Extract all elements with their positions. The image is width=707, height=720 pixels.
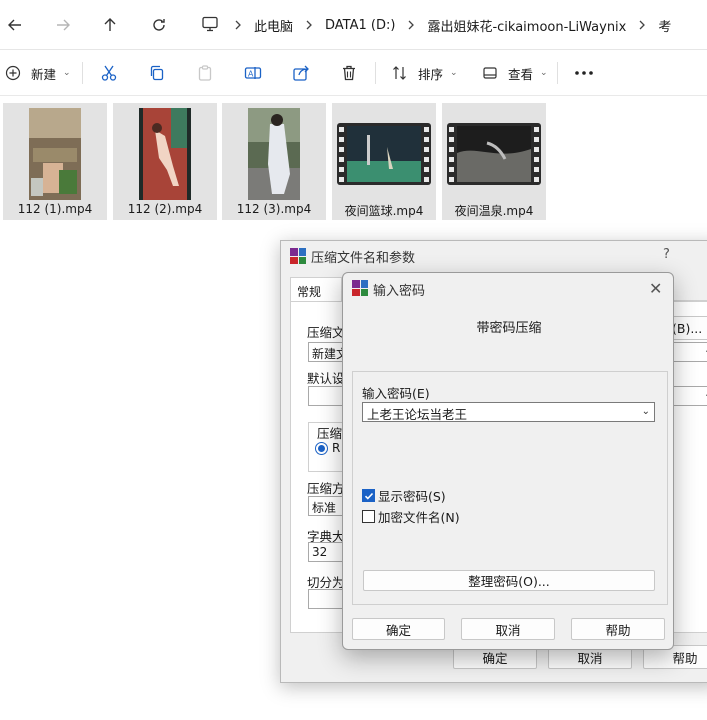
dialog-heading: 带密码压缩 xyxy=(476,321,542,336)
file-tile[interactable]: 112 (3).mp4 xyxy=(222,103,326,220)
chevron-right-icon xyxy=(632,20,652,30)
help-button[interactable]: 帮助 xyxy=(571,618,665,640)
breadcrumb-folder[interactable]: 露出姐妹花-cikaimoon-LiWaynix xyxy=(421,16,632,35)
breadcrumb-this-pc[interactable]: 此电脑 xyxy=(248,16,299,35)
file-tile[interactable]: 夜间温泉.mp4 xyxy=(442,103,546,220)
file-name: 112 (1).mp4 xyxy=(17,202,93,216)
arrow-up-icon xyxy=(104,18,116,31)
divider xyxy=(82,62,83,84)
file-tile[interactable]: 112 (1).mp4 xyxy=(3,103,107,220)
method-label: 压缩方 xyxy=(307,481,345,496)
format-group-label: 压缩 xyxy=(317,426,343,441)
more-icon xyxy=(575,71,593,75)
computer-icon xyxy=(202,16,218,32)
video-thumbnail xyxy=(222,106,326,202)
tab-general[interactable]: 常规 xyxy=(290,277,342,302)
breadcrumb: 此电脑 DATA1 (D:) 露出姐妹花-cikaimoon-LiWaynix … xyxy=(228,0,677,50)
breadcrumb-subfolder[interactable]: 考 xyxy=(652,16,677,35)
format-radio-label: R xyxy=(332,441,341,455)
file-name: 112 (2).mp4 xyxy=(127,202,203,216)
organize-passwords-button[interactable]: 整理密码(O)... xyxy=(363,570,655,591)
copy-icon xyxy=(150,65,164,81)
command-bar: 新建 ⌄ A 排序 ⌄ 查看 ⌄ xyxy=(0,50,707,96)
title-bar: 输入密码 ✕ xyxy=(343,273,673,303)
new-button[interactable]: 新建 ⌄ xyxy=(5,60,71,86)
video-thumbnail xyxy=(442,106,546,202)
browse-label: (B)... xyxy=(672,320,703,336)
forward-button[interactable] xyxy=(48,10,78,40)
password-label: 输入密码(E) xyxy=(362,386,430,401)
address-bar: 此电脑 DATA1 (D:) 露出姐妹花-cikaimoon-LiWaynix … xyxy=(0,0,707,50)
more-button[interactable] xyxy=(574,60,594,86)
rename-icon: A xyxy=(244,67,262,79)
delete-button[interactable] xyxy=(340,60,358,86)
chevron-down-icon: ⌄ xyxy=(540,68,548,78)
winrar-icon xyxy=(352,280,368,296)
file-name: 112 (3).mp4 xyxy=(236,202,312,216)
password-value: 上老王论坛当老王 xyxy=(367,407,468,422)
winrar-icon xyxy=(290,248,306,264)
close-icon[interactable]: ✕ xyxy=(649,279,662,298)
dialog-title: 压缩文件名和参数 xyxy=(311,251,416,266)
cut-button[interactable] xyxy=(100,60,118,86)
paste-button[interactable] xyxy=(196,60,214,86)
divider xyxy=(557,62,558,84)
dialog-title: 输入密码 xyxy=(373,284,426,299)
file-name: 夜间温泉.mp4 xyxy=(454,204,534,218)
new-label: 新建 xyxy=(31,66,57,82)
sort-button[interactable]: 排序 ⌄ xyxy=(392,60,458,86)
back-button[interactable] xyxy=(0,10,30,40)
checkbox-unchecked-icon xyxy=(362,510,375,523)
chevron-right-icon xyxy=(299,20,319,30)
arrow-right-icon xyxy=(57,19,70,31)
password-group: 输入密码(E) 上老王论坛当老王 ⌄ 显示密码(S) 加密文件名(N) 整理密码… xyxy=(352,371,668,605)
breadcrumb-drive[interactable]: DATA1 (D:) xyxy=(319,18,401,33)
chevron-right-icon xyxy=(228,20,248,30)
video-thumbnail xyxy=(3,106,107,202)
rename-button[interactable]: A xyxy=(244,60,262,86)
view-label: 查看 xyxy=(508,66,534,82)
archive-name-label: 压缩文 xyxy=(307,325,345,340)
share-icon xyxy=(293,65,309,81)
up-button[interactable] xyxy=(95,10,125,40)
copy-button[interactable] xyxy=(148,60,166,86)
sort-label: 排序 xyxy=(418,66,444,82)
chevron-right-icon xyxy=(401,20,421,30)
radio-selected-icon xyxy=(315,441,328,455)
cancel-button[interactable]: 取消 xyxy=(461,618,555,640)
file-tile[interactable]: 夜间篮球.mp4 xyxy=(332,103,436,220)
clipboard-icon xyxy=(198,65,212,81)
plus-circle-icon xyxy=(5,65,21,81)
refresh-icon xyxy=(153,19,165,31)
view-button[interactable]: 查看 ⌄ xyxy=(482,60,548,86)
chevron-down-icon: ⌄ xyxy=(450,68,458,78)
file-tile[interactable]: 112 (2).mp4 xyxy=(113,103,217,220)
svg-text:A: A xyxy=(248,70,254,79)
file-name: 夜间篮球.mp4 xyxy=(344,204,424,218)
show-password-label: 显示密码(S) xyxy=(378,489,446,504)
checkbox-checked-icon xyxy=(362,489,375,502)
format-radio[interactable]: R xyxy=(315,441,340,455)
divider xyxy=(375,62,376,84)
refresh-button[interactable] xyxy=(144,10,174,40)
show-password-checkbox[interactable]: 显示密码(S) xyxy=(362,486,446,505)
trash-icon xyxy=(343,65,355,81)
encrypt-filenames-checkbox[interactable]: 加密文件名(N) xyxy=(362,507,460,526)
password-combobox[interactable]: 上老王论坛当老王 ⌄ xyxy=(362,402,655,422)
encrypt-filenames-label: 加密文件名(N) xyxy=(378,510,460,525)
arrow-left-icon xyxy=(8,19,21,31)
sort-icon xyxy=(393,66,406,80)
chevron-down-icon: ⌄ xyxy=(641,406,650,417)
scissors-icon xyxy=(101,65,117,81)
chevron-down-icon: ⌄ xyxy=(63,68,71,78)
view-icon xyxy=(483,67,497,79)
password-dialog: 输入密码 ✕ 带密码压缩 输入密码(E) 上老王论坛当老王 ⌄ 显示密码(S) … xyxy=(342,272,674,650)
ok-button[interactable]: 确定 xyxy=(352,618,445,640)
video-thumbnail xyxy=(113,106,217,202)
default-profile-label: 默认设 xyxy=(307,371,345,386)
share-button[interactable] xyxy=(292,60,310,86)
help-icon[interactable]: ? xyxy=(663,247,670,262)
video-thumbnail xyxy=(332,106,436,202)
